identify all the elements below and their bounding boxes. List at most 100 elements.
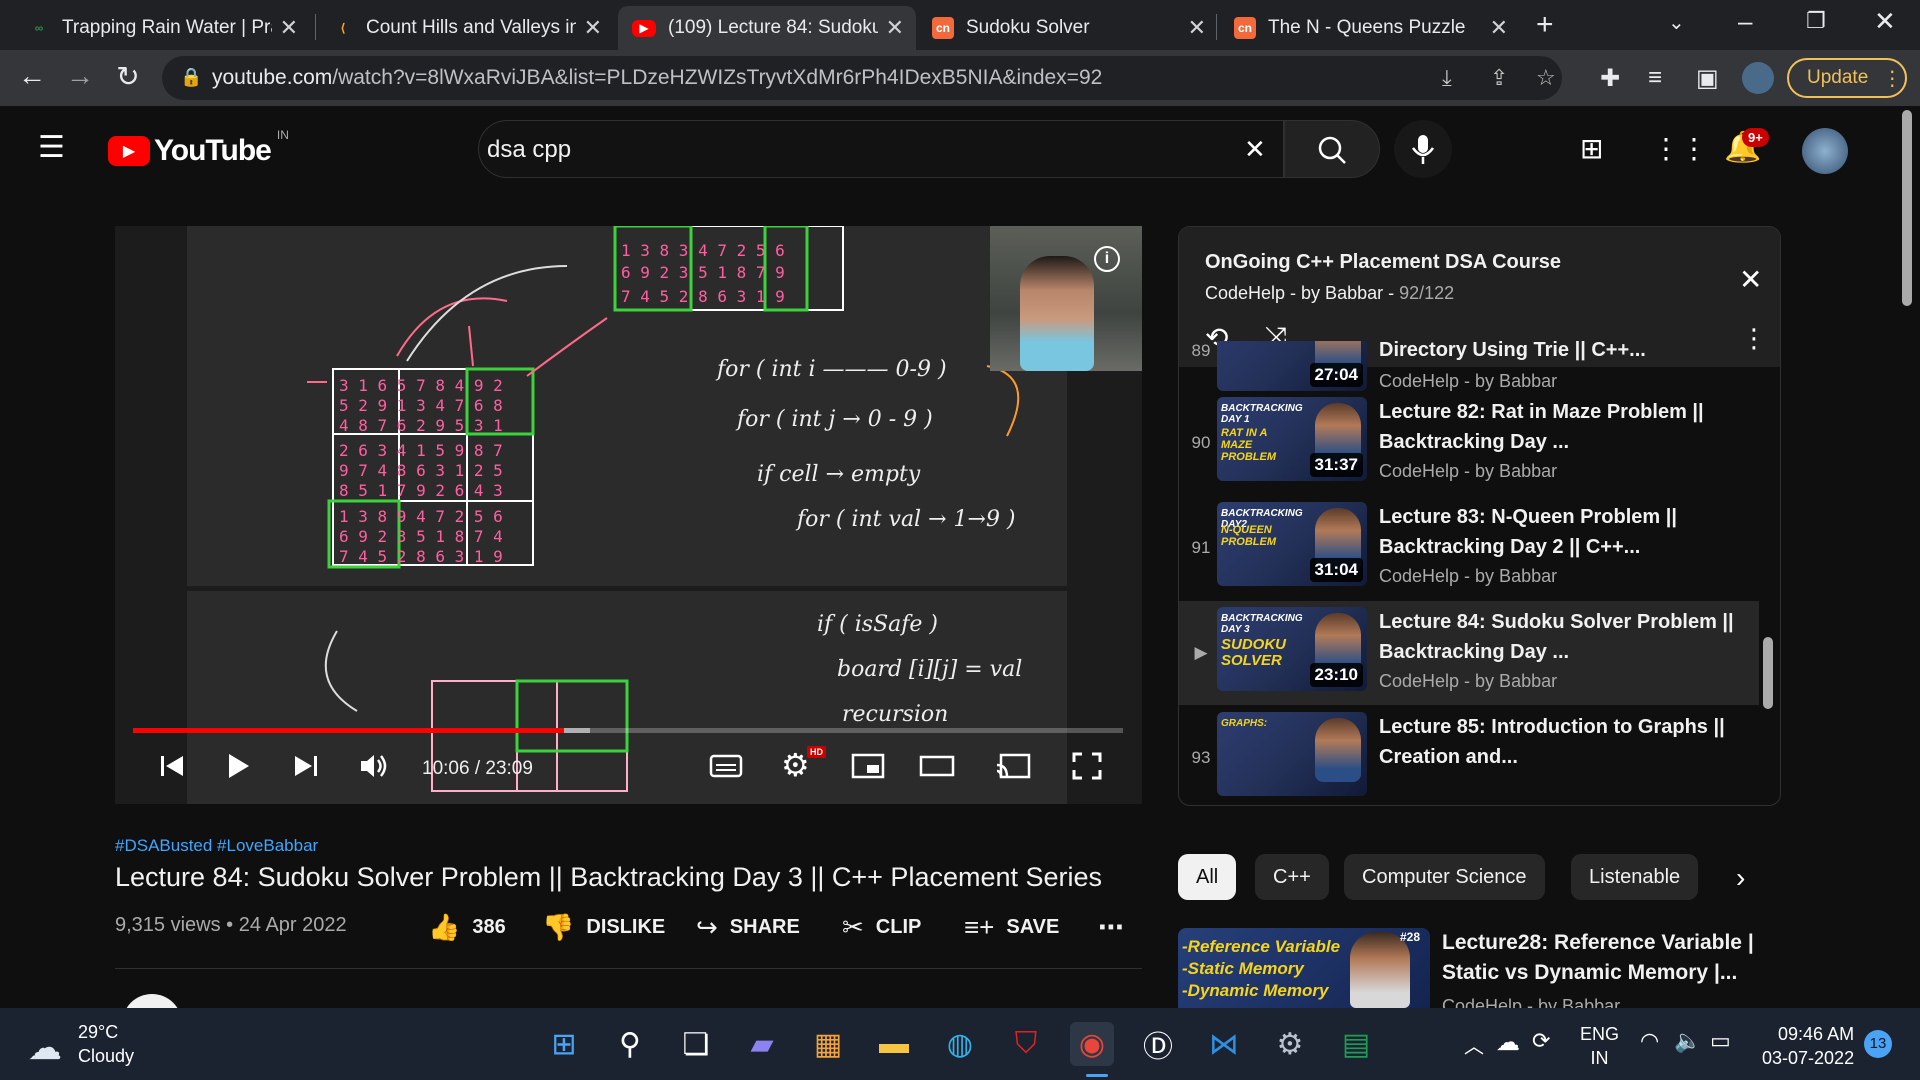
tab-count-hills[interactable]: ⟨ Count Hills and Valleys in an Array ✕ bbox=[318, 6, 614, 50]
svg-text:for ( int val → 1→9 ): for ( int val → 1→9 ) bbox=[795, 507, 1016, 532]
video-hashtags[interactable]: #DSABusted #LoveBabbar bbox=[115, 836, 318, 856]
more-actions-icon[interactable]: ⋯ bbox=[1098, 912, 1124, 943]
file-explorer-icon[interactable]: ▬ bbox=[872, 1022, 916, 1066]
settings-gear-icon[interactable]: ⚙ bbox=[781, 746, 810, 784]
language-indicator[interactable]: ENG IN bbox=[1580, 1022, 1619, 1070]
sync-icon[interactable]: ⟳ bbox=[1532, 1028, 1550, 1054]
notification-center-badge[interactable]: 13 bbox=[1864, 1030, 1892, 1058]
clear-search-icon[interactable]: ✕ bbox=[1244, 134, 1266, 165]
close-window-icon[interactable]: ✕ bbox=[1874, 6, 1896, 37]
tab-n-queens[interactable]: cn The N - Queens Puzzle ✕ bbox=[1220, 6, 1520, 50]
chip-listenable[interactable]: Listenable bbox=[1571, 854, 1699, 900]
next-icon[interactable] bbox=[291, 751, 321, 781]
playlist-thumb: BACKTRACKING DAY 1 RAT IN A MAZE PROBLEM 3… bbox=[1217, 397, 1367, 481]
chip-computer-science[interactable]: Computer Science bbox=[1344, 854, 1545, 900]
playlist-item[interactable]: 91 BACKTRACKING DAY2 N-QUEEN PROBLEM 31:04… bbox=[1179, 496, 1759, 600]
youtube-logo[interactable]: ▶ YouTube IN bbox=[108, 128, 289, 168]
chip-cpp[interactable]: C++ bbox=[1255, 854, 1329, 900]
playlist-item-current[interactable]: ▶ BACKTRACKING DAY 3 SUDOKU SOLVER 23:10 L… bbox=[1179, 601, 1759, 705]
chrome-icon[interactable]: ◉ bbox=[1070, 1022, 1114, 1066]
reload-icon[interactable]: ↻ bbox=[110, 60, 146, 93]
restore-icon[interactable]: ❐ bbox=[1806, 8, 1826, 34]
close-tab-icon[interactable]: ✕ bbox=[1188, 15, 1206, 41]
side-panel-icon[interactable]: ▣ bbox=[1696, 64, 1719, 93]
theater-mode-icon[interactable] bbox=[919, 751, 955, 781]
apps-grid-icon[interactable]: ⋮⋮ bbox=[1652, 132, 1708, 165]
video-player[interactable]: 3 1 6 5 7 8 4 9 2 5 2 9 1 3 4 7 6 8 4 8 … bbox=[115, 226, 1142, 804]
lock-icon[interactable]: 🔒 bbox=[180, 67, 202, 88]
update-button[interactable]: Update ⋮ bbox=[1787, 58, 1907, 98]
system-clock[interactable]: 09:46 AM 03-07-2022 bbox=[1762, 1022, 1854, 1070]
fullscreen-icon[interactable] bbox=[1071, 751, 1103, 781]
chip-all[interactable]: All bbox=[1178, 854, 1237, 900]
clock-date: 03-07-2022 bbox=[1762, 1048, 1855, 1068]
create-video-icon[interactable]: ⊞ bbox=[1580, 132, 1603, 165]
volume-icon[interactable] bbox=[358, 751, 390, 781]
show-hidden-icons-icon[interactable]: ︿ bbox=[1464, 1030, 1484, 1059]
voice-search-button[interactable] bbox=[1394, 120, 1452, 178]
chat-icon[interactable]: ▰ bbox=[740, 1022, 784, 1066]
search-taskbar-icon[interactable]: ⚲ bbox=[608, 1022, 652, 1066]
search-input[interactable] bbox=[478, 120, 1284, 178]
subtitles-icon[interactable] bbox=[709, 751, 743, 781]
playlist-title[interactable]: OnGoing C++ Placement DSA Course bbox=[1205, 251, 1561, 274]
new-tab-icon[interactable]: + bbox=[1536, 8, 1554, 42]
dell-icon[interactable]: Ⓓ bbox=[1136, 1022, 1180, 1066]
chips-next-chevron-icon[interactable]: › bbox=[1736, 862, 1745, 894]
tab-sudoku-solver[interactable]: cn Sudoku Solver ✕ bbox=[918, 6, 1218, 50]
tab-sudoku-lecture[interactable]: ▶ (109) Lecture 84: Sudoku Solver ✕ bbox=[618, 6, 916, 50]
back-icon[interactable]: ← bbox=[14, 60, 50, 92]
related-video-title[interactable]: Lecture28: Reference Variable | Static v… bbox=[1442, 928, 1772, 988]
close-tab-icon[interactable]: ✕ bbox=[584, 15, 602, 41]
related-thumbnail[interactable]: -Reference Variable -Static Memory -Dyna… bbox=[1178, 928, 1430, 1008]
install-app-icon[interactable]: ⤓ bbox=[1442, 65, 1452, 91]
task-view-icon[interactable]: ❏ bbox=[674, 1022, 718, 1066]
play-icon[interactable] bbox=[223, 751, 253, 781]
playlist-channel[interactable]: CodeHelp - by Babbar bbox=[1205, 283, 1383, 303]
forward-icon[interactable]: → bbox=[62, 60, 98, 92]
share-button[interactable]: ↪ SHARE bbox=[696, 912, 800, 943]
tab-trapping-rain-water[interactable]: ∞ Trapping Rain Water | Practice | Geeks… bbox=[14, 6, 310, 50]
share-page-icon[interactable]: ⇪ bbox=[1490, 65, 1508, 91]
playlist-item[interactable]: 89 27:04 Directory Using Trie || C++... … bbox=[1179, 341, 1759, 391]
settings-taskbar-icon[interactable]: ⚙ bbox=[1268, 1022, 1312, 1066]
like-button[interactable]: 👍 386 bbox=[428, 912, 506, 943]
hamburger-menu-icon[interactable]: ☰ bbox=[38, 130, 65, 165]
progress-bar[interactable] bbox=[133, 728, 1123, 733]
battery-icon[interactable]: ▭ bbox=[1710, 1028, 1731, 1054]
profile-avatar[interactable] bbox=[1742, 62, 1774, 94]
start-windows-icon[interactable]: ⊞ bbox=[542, 1022, 586, 1066]
previous-icon[interactable] bbox=[157, 751, 187, 781]
vscode-icon[interactable]: ⋈ bbox=[1202, 1022, 1246, 1066]
cast-icon[interactable] bbox=[995, 751, 1031, 781]
playlist-item[interactable]: 93 GRAPHS: Lecture 85: Introduction to G… bbox=[1179, 706, 1759, 805]
excel-icon[interactable]: ▤ bbox=[1334, 1022, 1378, 1066]
edge-icon[interactable]: ◍ bbox=[938, 1022, 982, 1066]
miniplayer-icon[interactable] bbox=[851, 751, 885, 781]
speaker-icon[interactable]: 🔈 bbox=[1674, 1028, 1701, 1054]
close-tab-icon[interactable]: ✕ bbox=[1490, 15, 1508, 41]
bookmark-star-icon[interactable]: ☆ bbox=[1536, 65, 1556, 91]
wifi-icon[interactable]: ◠ bbox=[1640, 1028, 1659, 1054]
media-control-icon[interactable]: ≡ bbox=[1648, 64, 1662, 92]
onedrive-icon[interactable]: ☁ bbox=[1496, 1028, 1520, 1057]
search-button[interactable] bbox=[1284, 120, 1380, 178]
minimize-icon[interactable]: – bbox=[1738, 6, 1752, 37]
close-tab-icon[interactable]: ✕ bbox=[280, 15, 298, 41]
address-bar[interactable]: 🔒 youtube.com/watch?v=8lWxaRviJBA&list=P… bbox=[162, 56, 1562, 100]
account-avatar[interactable] bbox=[1802, 128, 1848, 174]
url-text[interactable]: youtube.com/watch?v=8lWxaRviJBA&list=PLD… bbox=[212, 66, 1102, 90]
page-scrollbar[interactable] bbox=[1902, 110, 1912, 306]
store-icon[interactable]: ▦ bbox=[806, 1022, 850, 1066]
info-card-icon[interactable]: i bbox=[1094, 246, 1120, 272]
playlist-item[interactable]: 90 BACKTRACKING DAY 1 RAT IN A MAZE PROBL… bbox=[1179, 391, 1759, 495]
dislike-button[interactable]: 👎 DISLIKE bbox=[542, 912, 665, 943]
save-button[interactable]: ≡+ SAVE bbox=[964, 912, 1059, 943]
close-playlist-icon[interactable]: ✕ bbox=[1739, 263, 1762, 296]
extensions-icon[interactable]: ✚ bbox=[1600, 64, 1620, 93]
tab-search-chevron-icon[interactable]: ⌄ bbox=[1668, 10, 1685, 35]
playlist-scrollbar[interactable] bbox=[1763, 637, 1773, 709]
mcafee-icon[interactable]: ⛉ bbox=[1004, 1022, 1048, 1066]
clip-button[interactable]: ✂ CLIP bbox=[842, 912, 921, 943]
close-tab-icon[interactable]: ✕ bbox=[886, 15, 904, 41]
